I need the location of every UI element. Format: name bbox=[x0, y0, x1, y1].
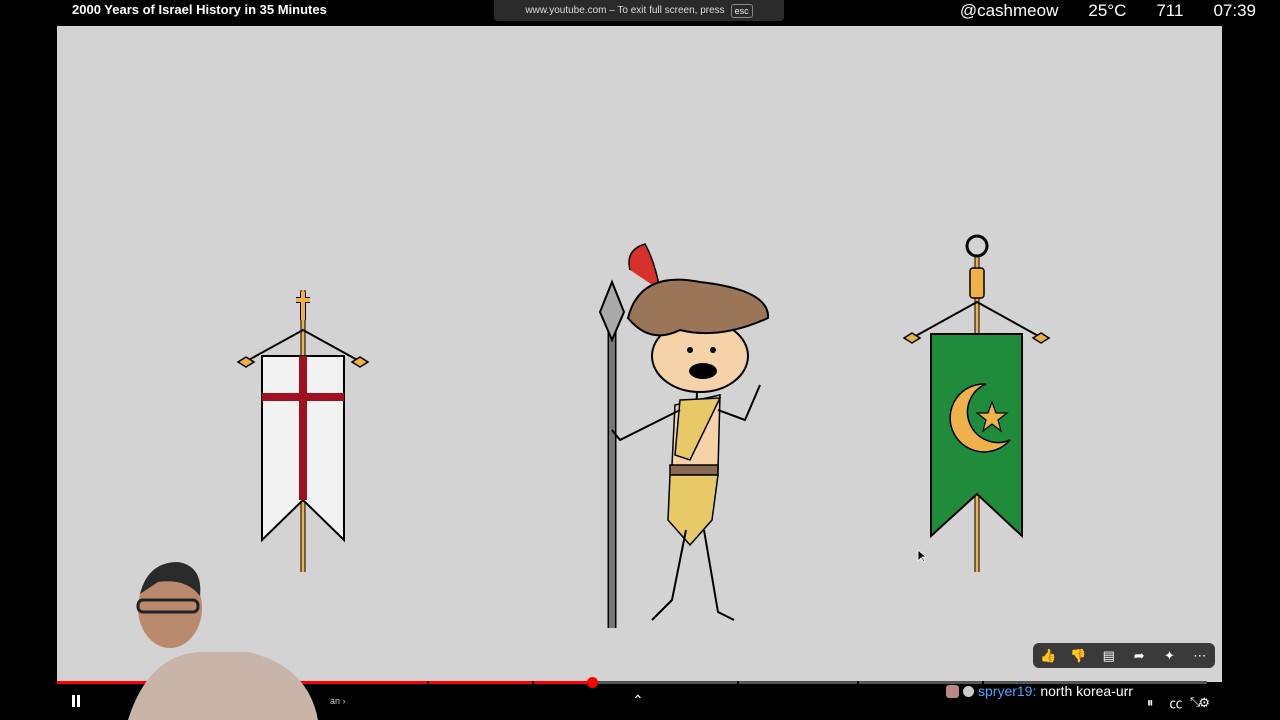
player-controls: ⏸ ㏄ ⚙ bbox=[1147, 693, 1210, 712]
chat-badge-icon bbox=[963, 685, 974, 697]
webcam-overlay bbox=[108, 556, 338, 720]
more-icon[interactable]: ⋯ bbox=[1189, 648, 1211, 664]
chapter-divider bbox=[532, 681, 534, 684]
overlay-count: 711 bbox=[1156, 1, 1184, 20]
chat-message: spryer19: north korea-urr bbox=[946, 683, 1133, 699]
esc-key-hint: esc bbox=[730, 3, 753, 18]
video-title: 2000 Years of Israel History in 35 Minut… bbox=[72, 2, 327, 17]
chat-text: north korea-urr bbox=[1040, 683, 1133, 699]
chat-avatar bbox=[946, 684, 959, 698]
chat-username: spryer19: bbox=[978, 683, 1037, 699]
overlay-handle: @cashmeow bbox=[959, 1, 1059, 20]
share-icon[interactable]: ➦ bbox=[1128, 648, 1150, 664]
overlay-temperature: 25°C bbox=[1088, 1, 1127, 20]
soldier-figure bbox=[598, 243, 770, 628]
overlay-clock: 07:39 bbox=[1213, 1, 1256, 20]
stream-overlay: @cashmeow 25°C 711 07:39 bbox=[960, 0, 1256, 22]
sparkle-icon[interactable]: ✦ bbox=[1158, 648, 1180, 664]
thumbs-up-icon[interactable]: 👍 bbox=[1037, 648, 1059, 664]
chevron-right-icon: › bbox=[342, 696, 346, 706]
reaction-bar: 👍 👎 ▤ ➦ ✦ ⋯ bbox=[1033, 643, 1215, 668]
chapter-divider bbox=[737, 681, 739, 684]
fullscreen-notice-text: www.youtube.com – To exit full screen, p… bbox=[525, 5, 725, 16]
chapter-title-text: an bbox=[330, 696, 341, 706]
pause-icon[interactable]: ⏸ bbox=[1147, 695, 1154, 711]
chapter-divider bbox=[427, 681, 429, 684]
progress-scrubber[interactable] bbox=[586, 677, 598, 688]
islamic-banner bbox=[902, 234, 1051, 572]
pause-button[interactable] bbox=[72, 695, 80, 707]
fullscreen-notice: www.youtube.com – To exit full screen, p… bbox=[494, 0, 784, 21]
cc-icon[interactable]: ㏄ bbox=[1169, 693, 1182, 712]
thumbs-down-icon[interactable]: 👎 bbox=[1067, 648, 1089, 664]
crusader-banner bbox=[236, 290, 370, 572]
chapter-divider bbox=[857, 681, 859, 684]
exit-fullscreen-icon[interactable]: ⤡ bbox=[1190, 694, 1200, 710]
chevron-up-icon[interactable]: ⌃ bbox=[632, 692, 644, 709]
chapter-title[interactable]: an › bbox=[330, 696, 346, 706]
comment-icon[interactable]: ▤ bbox=[1098, 648, 1120, 664]
